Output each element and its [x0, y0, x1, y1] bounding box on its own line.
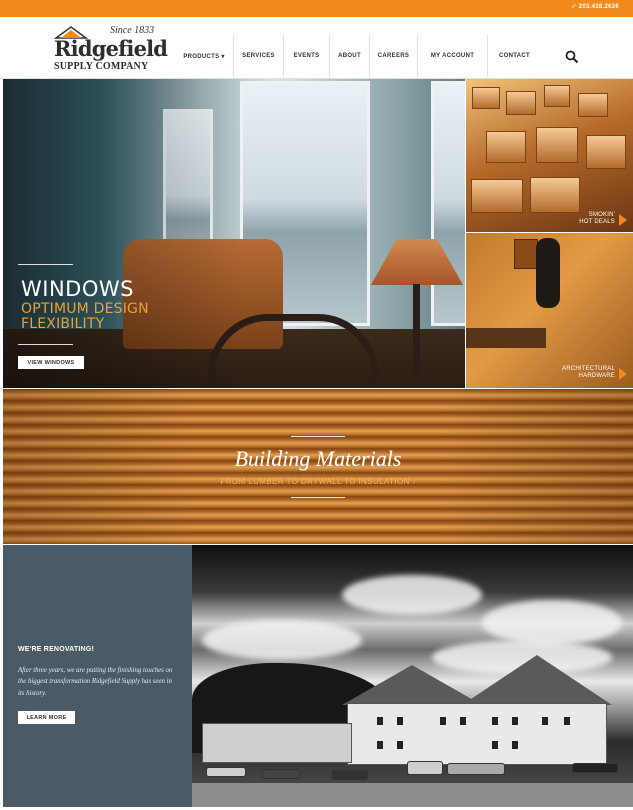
search-icon[interactable]: [565, 50, 579, 64]
band-top-rule: [291, 436, 345, 437]
nav-my-account[interactable]: MY ACCOUNT: [417, 35, 487, 77]
lumber-block: [578, 93, 608, 117]
hardware-line2: HARDWARE: [578, 373, 615, 379]
lumber-block: [536, 127, 578, 163]
table-image: [466, 328, 546, 348]
nav-products[interactable]: PRODUCTS ▾: [175, 35, 233, 77]
main-nav: PRODUCTS ▾ SERVICES EVENTS ABOUT CAREERS…: [175, 35, 541, 77]
phone-number[interactable]: ✓ 203.438.2626: [571, 3, 619, 10]
lumber-block: [544, 85, 570, 107]
since-text: Since 1833: [110, 25, 155, 36]
picture-frame: [514, 239, 538, 269]
hero-bottom-rule: [18, 344, 73, 345]
hero-text-overlay: [3, 79, 243, 388]
arrow-right-icon[interactable]: [619, 368, 627, 380]
brand-name: Ridgefield: [54, 36, 168, 61]
building-window: [512, 741, 518, 749]
parking-lot: [192, 783, 633, 807]
windows-hero[interactable]: WINDOWS OPTIMUM DESIGN FLEXIBILITY VIEW …: [3, 79, 465, 388]
arrow-right-icon[interactable]: [619, 214, 627, 226]
hero-subtitle: OPTIMUM DESIGN FLEXIBILITY: [21, 301, 149, 332]
nav-careers[interactable]: CAREERS: [369, 35, 417, 77]
hot-deals-line2: HOT DEALS: [579, 219, 615, 225]
top-bar: ✓ 203.438.2626: [0, 0, 633, 17]
store-building: [347, 703, 607, 765]
renovating-title: WE'RE RENOVATING!: [18, 646, 94, 653]
store-photo: [192, 545, 633, 807]
cloud: [202, 620, 362, 660]
lamp-stand: [413, 284, 420, 388]
building-window: [460, 717, 466, 725]
lumber-block: [471, 179, 523, 213]
cloud: [482, 600, 622, 645]
renovating-panel: WE'RE RENOVATING! After three years, we …: [3, 545, 192, 807]
nav-contact[interactable]: CONTACT: [487, 35, 541, 77]
window-right: [431, 81, 465, 326]
band-bottom-rule: [291, 497, 345, 498]
hero-title: WINDOWS: [21, 277, 134, 301]
building-window: [397, 741, 403, 749]
lumber-block: [586, 135, 626, 169]
building-window: [377, 717, 383, 725]
door-handle-image: [536, 238, 560, 308]
nav-about[interactable]: ABOUT: [329, 35, 369, 77]
lumber-block: [530, 177, 580, 213]
truck: [447, 763, 505, 775]
brand-tagline: SUPPLY COMPANY: [54, 61, 149, 72]
hero-top-rule: [18, 264, 73, 265]
nav-events[interactable]: EVENTS: [283, 35, 329, 77]
learn-more-button[interactable]: LEARN MORE: [18, 711, 75, 724]
hardware-line1: ARCHITECTURAL: [562, 366, 615, 372]
lumber-block: [472, 87, 500, 109]
annex-building: [202, 723, 352, 763]
building-materials-banner[interactable]: Building Materials FROM LUMBER TO DRYWAL…: [3, 389, 633, 544]
van: [407, 761, 443, 775]
hot-deals-line1: SMOKIN': [588, 212, 615, 218]
hardware-label: ARCHITECTURAL HARDWARE: [562, 366, 615, 380]
lumber-block: [486, 131, 526, 163]
architectural-hardware-tile[interactable]: ARCHITECTURAL HARDWARE: [466, 233, 633, 388]
cloud: [342, 575, 482, 615]
building-window: [492, 741, 498, 749]
building-window: [564, 717, 570, 725]
building-window: [377, 741, 383, 749]
car: [332, 770, 368, 780]
site-header: Since 1833 Ridgefield SUPPLY COMPANY PRO…: [0, 17, 633, 79]
renovating-text: After three years, we are putting the fi…: [18, 667, 173, 697]
building-window: [542, 717, 548, 725]
truck: [572, 763, 618, 773]
view-windows-button[interactable]: VIEW WINDOWS: [18, 356, 84, 369]
hot-deals-tile[interactable]: SMOKIN' HOT DEALS: [466, 79, 633, 232]
building-materials-title: Building Materials: [234, 446, 402, 471]
car: [206, 767, 246, 777]
building-window: [492, 717, 498, 725]
nav-services[interactable]: SERVICES: [233, 35, 283, 77]
building-window: [440, 717, 446, 725]
hot-deals-label: SMOKIN' HOT DEALS: [579, 212, 615, 226]
building-window: [397, 717, 403, 725]
ridgefield-logo[interactable]: Since 1833 Ridgefield SUPPLY COMPANY: [52, 25, 170, 73]
building-window: [512, 717, 518, 725]
lumber-block: [506, 91, 536, 115]
car: [262, 769, 300, 779]
building-materials-link[interactable]: FROM LUMBER TO DRYWALL TO INSULATION ›: [3, 477, 633, 486]
